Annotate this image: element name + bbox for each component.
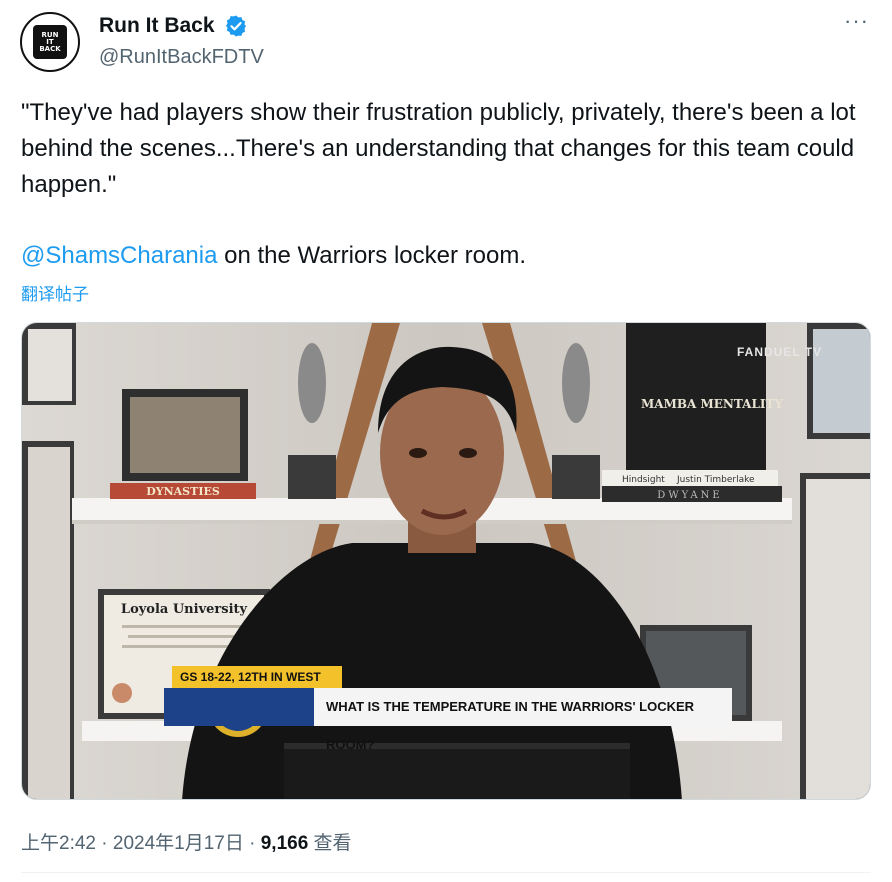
avatar[interactable]: RUN IT BACK (20, 12, 80, 72)
diploma-title: Loyola University (121, 602, 248, 617)
watermark: FANDUEL TV (737, 345, 823, 359)
tweet-time[interactable]: 上午2:42 (21, 833, 96, 854)
tweet-date[interactable]: 2024年1月17日 (113, 833, 244, 854)
book-mamba-label: MAMBA MENTALITY (641, 397, 783, 411)
warriors-logo-icon (164, 688, 314, 726)
handle[interactable]: @RunItBackFDTV (99, 46, 264, 69)
avatar-logo: RUN IT BACK (33, 25, 67, 59)
mention-link[interactable]: @ShamsCharania (21, 242, 217, 269)
video-media[interactable]: DYNASTIES MAMBA MENTALITY Hindsight Just… (21, 322, 871, 800)
tweet-metadata: 上午2:42 · 2024年1月17日 · 9,166 查看 (21, 828, 352, 855)
verified-badge-icon (226, 15, 246, 37)
view-count-label: 查看 (308, 833, 352, 854)
book-hindsight-label: Hindsight (622, 475, 665, 485)
view-count: 9,166 (260, 833, 309, 854)
more-options-icon[interactable]: ··· (844, 10, 870, 36)
tweet-card: RUN IT BACK Run It Back @RunItBackFDTV ·… (0, 0, 892, 882)
mention-suffix: on the Warriors locker room. (217, 242, 526, 269)
lower-third-tag: GS 18-22, 12TH IN WEST (172, 666, 342, 688)
meta-separator: · (243, 833, 261, 854)
lower-third-headline: WHAT IS THE TEMPERATURE IN THE WARRIORS'… (314, 688, 732, 752)
book-justin-label: Justin Timberlake (676, 475, 755, 485)
avatar-text-back: BACK (39, 44, 61, 53)
book-dynasties-label: DYNASTIES (146, 485, 220, 498)
video-frame: DYNASTIES MAMBA MENTALITY Hindsight Just… (22, 323, 870, 799)
display-name[interactable]: Run It Back (99, 14, 215, 38)
translate-link[interactable]: 翻译帖子 (21, 280, 89, 305)
tweet-text: "They've had players show their frustrat… (21, 99, 856, 198)
meta-separator: · (95, 833, 113, 854)
mention-line: @ShamsCharania on the Warriors locker ro… (21, 238, 526, 274)
book-dwyane-label: DWYANE (657, 490, 722, 501)
divider (21, 872, 871, 873)
